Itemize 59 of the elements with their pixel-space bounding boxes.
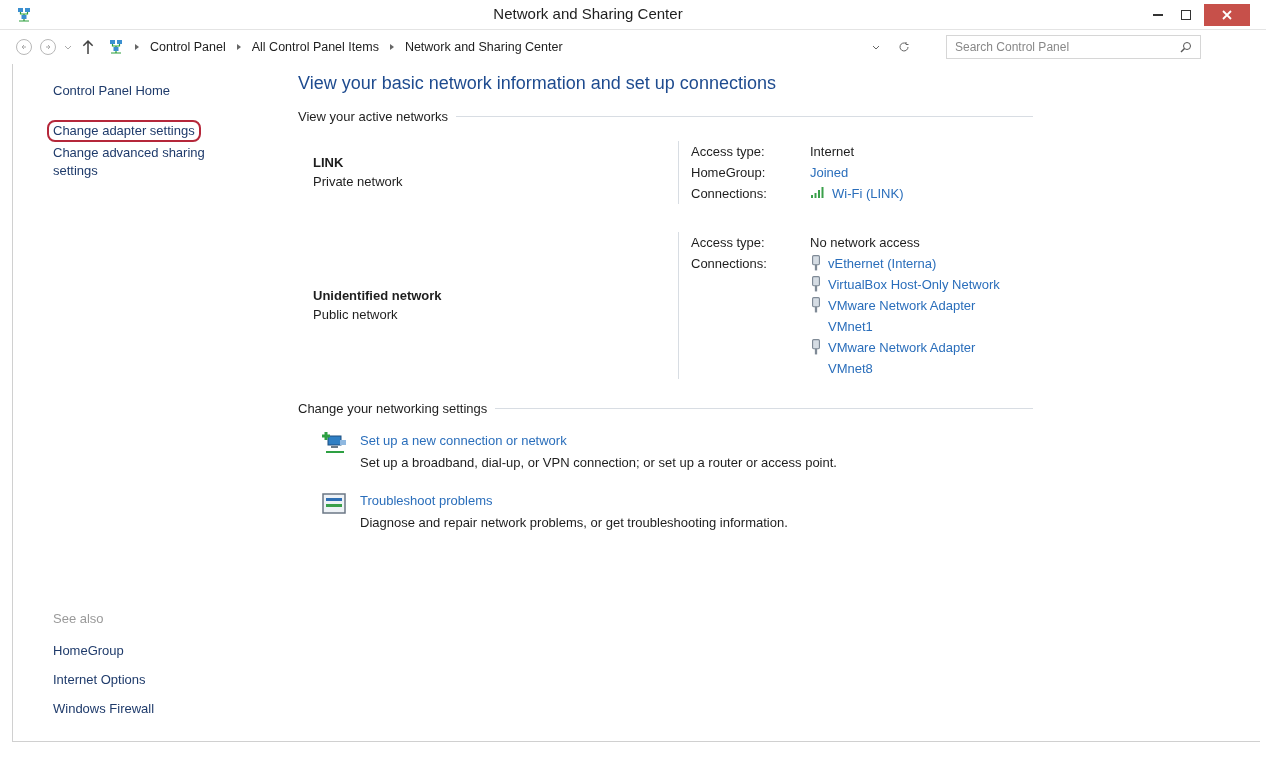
- signal-bars-icon: [810, 184, 826, 199]
- section-heading: Change your networking settings: [298, 399, 488, 418]
- breadcrumb[interactable]: Control Panel: [150, 37, 226, 57]
- network-icon: [108, 39, 124, 55]
- see-also-link[interactable]: Windows Firewall: [53, 694, 298, 723]
- see-also-link[interactable]: HomeGroup: [53, 636, 298, 665]
- page-heading: View your basic network information and set up connections: [298, 72, 777, 95]
- ethernet-plug-icon: [810, 296, 822, 313]
- section-heading: View your active networks: [298, 108, 449, 126]
- task-description: Diagnose and repair network problems, or get troubleshooting information.: [360, 514, 788, 532]
- detail-label: Connections:: [691, 184, 768, 203]
- sidebar-link[interactable]: Control Panel Home: [53, 82, 171, 100]
- connection-link[interactable]: VirtualBox Host-Only Network: [828, 273, 1000, 295]
- connection-link[interactable]: VMware Network Adapter VMnet1: [828, 294, 1020, 337]
- see-also-link[interactable]: Internet Options: [53, 665, 298, 694]
- maximize-icon: [1181, 9, 1191, 20]
- dropdown-caret-icon: [872, 43, 880, 51]
- sidebar-link[interactable]: Change advanced sharing settings: [53, 144, 238, 180]
- detail-value: Internet: [810, 142, 855, 161]
- network-icon: [16, 6, 32, 23]
- breadcrumb-chevron-icon: [235, 43, 242, 51]
- connection-link[interactable]: Wi-Fi (LINK): [832, 182, 904, 204]
- detail-link[interactable]: Joined: [810, 161, 849, 183]
- task-link[interactable]: Set up a new connection or network: [360, 430, 567, 452]
- connection-link[interactable]: vEthernet (Interna): [828, 252, 937, 274]
- breadcrumb[interactable]: All Control Panel Items: [251, 37, 379, 57]
- up-button[interactable]: [80, 39, 96, 55]
- task-link[interactable]: Troubleshoot problems: [360, 490, 493, 512]
- network-name: Unidentified network: [313, 286, 443, 305]
- network-category: Public network: [313, 306, 399, 324]
- search-input[interactable]: Search Control Panel: [955, 38, 1180, 56]
- ethernet-plug-icon: [810, 338, 822, 355]
- task-description: Set up a broadband, dial-up, or VPN connection; or set up a router or access point.: [360, 454, 837, 472]
- connection-link[interactable]: VMware Network Adapter VMnet8: [828, 336, 1020, 379]
- ethernet-plug-icon: [810, 275, 822, 292]
- search-icon: [1180, 41, 1192, 53]
- search-field[interactable]: Search Control Panel: [946, 35, 1201, 59]
- address-field[interactable]: Control Panel All Control Panel Items Network and Sharing Center: [104, 35, 914, 59]
- detail-label: Access type:: [691, 233, 766, 252]
- up-arrow-icon: [82, 40, 94, 54]
- network-name: LINK: [313, 153, 345, 172]
- breadcrumb[interactable]: Network and Sharing Center: [404, 37, 563, 57]
- detail-value: No network access: [810, 233, 920, 252]
- back-arrow-icon: [20, 43, 28, 51]
- breadcrumb-chevron-icon: [388, 43, 395, 51]
- detail-label: Connections:: [691, 254, 768, 273]
- ethernet-plug-icon: [810, 254, 822, 271]
- detail-label: Access type:: [691, 142, 766, 161]
- dropdown-caret-icon: [64, 43, 72, 51]
- forward-arrow-icon: [44, 43, 52, 51]
- breadcrumb-chevron-icon: [134, 43, 140, 51]
- network-category: Private network: [313, 173, 404, 191]
- sidebar-link[interactable]: Change adapter settings: [47, 120, 201, 142]
- close-button[interactable]: [1204, 3, 1250, 26]
- close-icon: [1222, 9, 1232, 20]
- detail-label: HomeGroup:: [691, 163, 767, 182]
- see-also-heading: See also: [53, 609, 105, 628]
- refresh-icon: [898, 41, 910, 53]
- window-title: Network and Sharing Center: [492, 4, 684, 25]
